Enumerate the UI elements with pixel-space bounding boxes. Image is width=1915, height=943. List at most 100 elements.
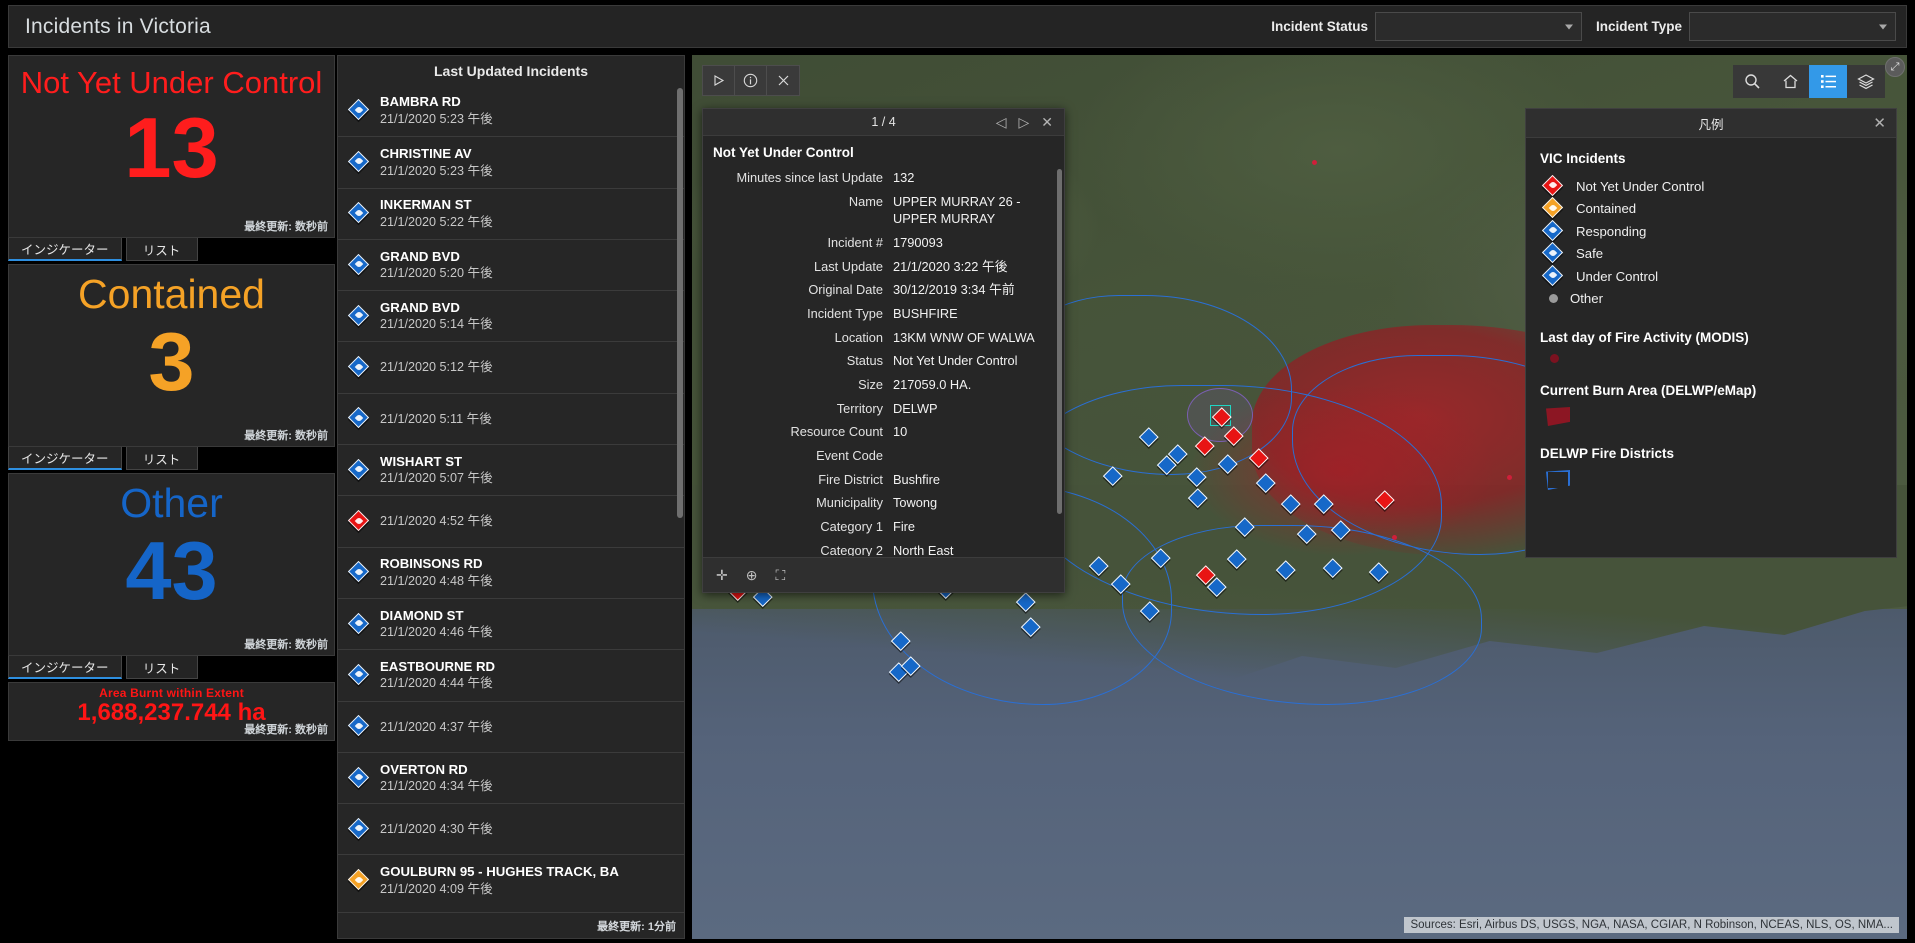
popup-attribute-label: Resource Count xyxy=(703,423,893,441)
kpi-card[interactable]: Other 43 最終更新: 数秒前 xyxy=(8,473,335,656)
list-item[interactable]: 21/1/2020 4:30 午後 xyxy=(338,803,684,854)
map-marker-not-yet-under-control[interactable] xyxy=(1225,427,1244,446)
incident-list[interactable]: BAMBRA RD21/1/2020 5:23 午後CHRISTINE AV21… xyxy=(338,85,684,912)
legend-item-label: Responding xyxy=(1576,224,1646,239)
popup-close-icon[interactable]: ✕ xyxy=(1041,115,1053,129)
popup-attribute-row: Original Date30/12/2019 3:34 午前 xyxy=(703,278,1064,302)
list-item[interactable]: 21/1/2020 4:52 午後 xyxy=(338,495,684,546)
map-marker-incident[interactable] xyxy=(1112,575,1131,594)
legend-icon[interactable] xyxy=(1809,65,1847,98)
list-item[interactable]: 21/1/2020 5:12 午後 xyxy=(338,341,684,392)
kpi-title: Other xyxy=(120,482,223,525)
list-item[interactable]: EASTBOURNE RD21/1/2020 4:44 午後 xyxy=(338,649,684,700)
area-burnt-card[interactable]: Area Burnt within Extent 1,688,237.744 h… xyxy=(8,682,335,741)
list-item-text: 21/1/2020 4:52 午後 xyxy=(380,513,493,529)
map-marker-incident[interactable] xyxy=(892,632,911,651)
map-marker-incident[interactable] xyxy=(1277,561,1296,580)
list-item[interactable]: INKERMAN ST21/1/2020 5:22 午後 xyxy=(338,188,684,239)
list-item[interactable]: CHRISTINE AV21/1/2020 5:23 午後 xyxy=(338,136,684,187)
map-marker-incident[interactable] xyxy=(1219,455,1238,474)
popup-attribute-row: Incident #1790093 xyxy=(703,231,1064,255)
list-item[interactable]: 21/1/2020 4:37 午後 xyxy=(338,701,684,752)
search-icon[interactable] xyxy=(1733,65,1771,98)
map-marker-not-yet-under-control[interactable] xyxy=(1250,449,1269,468)
map-marker-incident[interactable] xyxy=(1370,563,1389,582)
tab-list[interactable]: リスト xyxy=(126,447,198,470)
map-marker-incident[interactable] xyxy=(1236,518,1255,537)
tab-list[interactable]: リスト xyxy=(126,656,198,679)
popup-next-icon[interactable]: ▷ xyxy=(1018,115,1029,129)
legend-dot-icon xyxy=(1549,294,1558,303)
list-last-updated: 最終更新: 1分前 xyxy=(338,912,684,938)
map-view[interactable]: ⤢ 1 / 4 ◁ ▷ ✕ Not Yet Under Control Minu… xyxy=(692,55,1907,939)
map-marker-not-yet-under-control[interactable] xyxy=(1196,437,1215,456)
list-item[interactable]: WISHART ST21/1/2020 5:07 午後 xyxy=(338,444,684,495)
kpi-tabs: インジケーター リスト xyxy=(8,238,335,261)
map-marker-incident[interactable] xyxy=(1298,525,1317,544)
map-marker-not-yet-under-control[interactable] xyxy=(1376,491,1395,510)
popup-scrollbar[interactable] xyxy=(1057,169,1062,514)
incident-status-select[interactable] xyxy=(1375,12,1582,41)
map-marker-incident[interactable] xyxy=(1208,578,1227,597)
map-marker-incident[interactable] xyxy=(1315,495,1334,514)
kpi-last-updated: 最終更新: 数秒前 xyxy=(244,218,328,234)
list-item[interactable]: BAMBRA RD21/1/2020 5:23 午後 xyxy=(338,85,684,136)
kpi-sidebar: Not Yet Under Control 13 最終更新: 数秒前 インジケー… xyxy=(8,55,335,939)
list-item[interactable]: GRAND BVD21/1/2020 5:14 午後 xyxy=(338,290,684,341)
incident-type-select[interactable] xyxy=(1689,12,1896,41)
map-marker-incident[interactable] xyxy=(1022,618,1041,637)
map-marker-incident[interactable] xyxy=(1017,593,1036,612)
map-marker-incident[interactable] xyxy=(1257,474,1276,493)
tab-indicator[interactable]: インジケーター xyxy=(8,447,122,470)
pan-icon[interactable]: ✛ xyxy=(716,567,728,584)
tab-indicator[interactable]: インジケーター xyxy=(8,238,122,261)
play-icon[interactable] xyxy=(703,66,735,95)
list-item[interactable]: 21/1/2020 5:11 午後 xyxy=(338,393,684,444)
legend-diamond-icon xyxy=(1543,221,1564,242)
list-item-name: GOULBURN 95 - HUGHES TRACK, BA xyxy=(380,864,619,881)
list-item-name: GRAND BVD xyxy=(380,300,493,317)
header-filters: Incident Status Incident Type xyxy=(1271,6,1906,47)
kpi-card[interactable]: Contained 3 最終更新: 数秒前 xyxy=(8,264,335,447)
legend-row: Safe xyxy=(1540,243,1882,266)
kpi-card[interactable]: Not Yet Under Control 13 最終更新: 数秒前 xyxy=(8,55,335,238)
popup-prev-icon[interactable]: ◁ xyxy=(996,115,1007,129)
map-marker-incident[interactable] xyxy=(1141,602,1160,621)
map-marker-not-yet-under-control[interactable] xyxy=(1213,408,1232,427)
map-marker-incident[interactable] xyxy=(1228,550,1247,569)
map-marker-incident[interactable] xyxy=(902,657,921,676)
tab-indicator[interactable]: インジケーター xyxy=(8,656,122,679)
list-item[interactable]: DIAMOND ST21/1/2020 4:46 午後 xyxy=(338,598,684,649)
map-marker-incident[interactable] xyxy=(1188,468,1207,487)
map-marker-incident[interactable] xyxy=(1104,467,1123,486)
legend-row: Contained xyxy=(1540,198,1882,221)
map-marker-incident[interactable] xyxy=(1152,549,1171,568)
map-marker-incident[interactable] xyxy=(1158,456,1177,475)
map-marker-incident[interactable] xyxy=(1090,557,1109,576)
map-marker-incident[interactable] xyxy=(1332,521,1351,540)
expand-icon[interactable]: ⤢ xyxy=(1885,57,1905,77)
popup-attribute-value: UPPER MURRAY 26 - UPPER MURRAY xyxy=(893,193,1052,228)
zoom-to-icon[interactable]: ⊕ xyxy=(746,567,758,584)
list-scrollbar[interactable] xyxy=(677,88,683,518)
list-item[interactable]: GOULBURN 95 - HUGHES TRACK, BA21/1/2020 … xyxy=(338,854,684,905)
list-item[interactable]: ROBINSONS RD21/1/2020 4:48 午後 xyxy=(338,547,684,598)
map-marker-incident[interactable] xyxy=(1282,495,1301,514)
list-item[interactable]: OVERTON RD21/1/2020 4:34 午後 xyxy=(338,752,684,803)
close-icon[interactable] xyxy=(767,66,799,95)
map-marker-incident[interactable] xyxy=(1140,428,1159,447)
map-marker-incident[interactable] xyxy=(1324,559,1343,578)
legend-close-icon[interactable]: ✕ xyxy=(1873,114,1886,132)
select-extent-icon[interactable]: ⛶ xyxy=(775,567,785,584)
popup-attribute-table: Minutes since last Update132NameUPPER MU… xyxy=(703,166,1064,556)
map-marker-incident[interactable] xyxy=(1189,489,1208,508)
list-item[interactable]: GRAND BVD21/1/2020 5:20 午後 xyxy=(338,239,684,290)
layers-icon[interactable] xyxy=(1847,65,1885,98)
info-icon[interactable] xyxy=(735,66,767,95)
last-updated-incidents-panel: Last Updated Incidents BAMBRA RD21/1/202… xyxy=(337,55,685,939)
list-item-date: 21/1/2020 4:09 午後 xyxy=(380,881,619,897)
tab-list[interactable]: リスト xyxy=(126,238,198,261)
incident-status-diamond-icon xyxy=(349,357,370,378)
home-icon[interactable] xyxy=(1771,65,1809,98)
legend-item-label: Contained xyxy=(1576,201,1636,216)
